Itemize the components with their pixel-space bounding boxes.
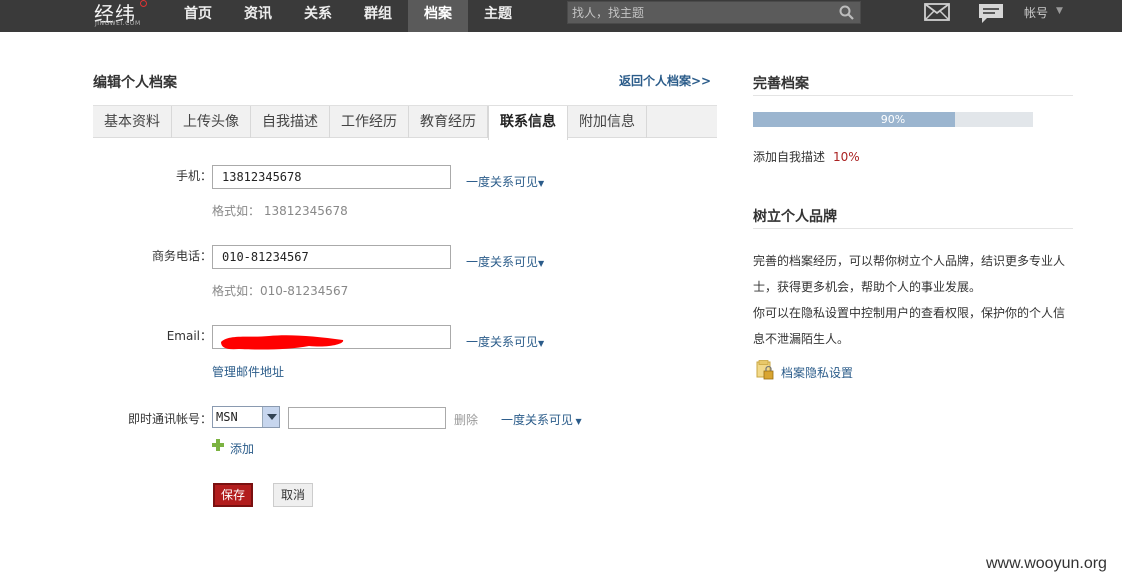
- im-visibility-dropdown[interactable]: 一度关系可见 ▼: [501, 411, 582, 428]
- complete-item-label: 添加自我描述: [753, 150, 826, 164]
- caret-down-icon: ▼: [538, 259, 545, 268]
- im-type-select[interactable]: MSN: [212, 406, 280, 428]
- mail-icon[interactable]: [924, 3, 950, 21]
- tab-basic-info[interactable]: 基本资料: [93, 106, 172, 138]
- mobile-visibility-dropdown[interactable]: 一度关系可见▼: [466, 173, 544, 190]
- tab-contact-info[interactable]: 联系信息: [488, 106, 568, 140]
- profile-progress-bar: 90%: [753, 112, 1033, 127]
- lock-folder-icon: [756, 360, 774, 380]
- tab-additional-info[interactable]: 附加信息: [568, 106, 647, 138]
- im-type-selected: MSN: [216, 410, 238, 424]
- caret-down-icon: ▼: [573, 417, 582, 426]
- site-logo[interactable]: 经纬 JINGWEI.COM: [94, 0, 154, 32]
- page-title: 编辑个人档案: [93, 75, 177, 91]
- business-phone-visibility-label: 一度关系可见: [466, 255, 539, 269]
- personal-brand-heading: 树立个人品牌: [753, 209, 837, 225]
- tab-work-experience[interactable]: 工作经历: [330, 106, 409, 138]
- email-label: Email：: [166, 329, 212, 343]
- caret-down-icon: ▼: [538, 179, 545, 188]
- brand-paragraph-2: 你可以在隐私设置中控制用户的查看权限，保护你的个人信息不泄漏陌生人。: [753, 306, 1066, 346]
- complete-item[interactable]: 添加自我描述 10%: [753, 148, 860, 165]
- search-icon[interactable]: [839, 5, 854, 20]
- main-nav: 首页 资讯 关系 群组 档案 主题: [168, 0, 528, 32]
- business-phone-visibility-dropdown[interactable]: 一度关系可见▼: [466, 253, 544, 270]
- message-icon[interactable]: [978, 3, 1004, 24]
- nav-item-news[interactable]: 资讯: [228, 0, 288, 32]
- im-label: 即时通讯帐号：: [127, 412, 212, 426]
- tab-self-description[interactable]: 自我描述: [251, 106, 330, 138]
- tab-upload-avatar[interactable]: 上传头像: [172, 106, 251, 138]
- business-phone-label: 商务电话：: [151, 249, 212, 263]
- tab-education[interactable]: 教育经历: [409, 106, 488, 138]
- watermark-text: www.wooyun.org: [986, 555, 1107, 572]
- mobile-input[interactable]: 13812345678: [212, 165, 451, 189]
- complete-profile-heading: 完善档案: [753, 76, 809, 92]
- delete-im-link[interactable]: 删除: [454, 411, 478, 428]
- personal-brand-text: 完善的档案经历，可以帮你树立个人品牌，结识更多专业人士，获得更多机会，帮助个人的…: [753, 248, 1073, 352]
- profile-tabs: 基本资料 上传头像 自我描述 工作经历 教育经历 联系信息 附加信息: [93, 105, 717, 140]
- nav-item-relations[interactable]: 关系: [288, 0, 348, 32]
- nav-item-topics[interactable]: 主题: [468, 0, 528, 32]
- brand-paragraph-1: 完善的档案经历，可以帮你树立个人品牌，结识更多专业人士，获得更多机会，帮助个人的…: [753, 254, 1066, 294]
- im-account-input[interactable]: [288, 407, 446, 429]
- save-button[interactable]: 保存: [213, 483, 253, 507]
- business-phone-input[interactable]: 010-81234567: [212, 245, 451, 269]
- privacy-settings-link[interactable]: 档案隐私设置: [781, 364, 853, 381]
- cancel-button[interactable]: 取消: [273, 483, 313, 507]
- complete-item-percent: 10%: [833, 150, 860, 164]
- top-navigation-bar: 经纬 JINGWEI.COM 首页 资讯 关系 群组 档案 主题 帐号 ▼: [0, 0, 1122, 32]
- email-visibility-dropdown[interactable]: 一度关系可见▼: [466, 333, 544, 350]
- logo-dot-icon: [140, 0, 147, 7]
- business-phone-format-hint: 格式如：010-81234567: [212, 284, 349, 298]
- account-menu[interactable]: 帐号: [1024, 4, 1048, 21]
- divider: [753, 228, 1073, 229]
- redaction-scribble: [221, 335, 344, 350]
- im-visibility-label: 一度关系可见: [501, 413, 574, 427]
- nav-item-home[interactable]: 首页: [168, 0, 228, 32]
- divider: [753, 95, 1073, 96]
- mobile-visibility-label: 一度关系可见: [466, 175, 539, 189]
- manage-email-link[interactable]: 管理邮件地址: [212, 363, 284, 380]
- caret-down-icon: ▼: [538, 339, 545, 348]
- chevron-down-icon[interactable]: [262, 407, 279, 427]
- email-visibility-label: 一度关系可见: [466, 335, 539, 349]
- nav-item-profile[interactable]: 档案: [408, 0, 468, 32]
- logo-subtitle: JINGWEI.COM: [95, 20, 141, 27]
- progress-label: 90%: [880, 113, 906, 126]
- add-im-label: 添加: [230, 442, 255, 456]
- plus-icon: [212, 439, 224, 451]
- mobile-format-hint: 格式如： 13812345678: [212, 204, 348, 218]
- nav-item-groups[interactable]: 群组: [348, 0, 408, 32]
- search-input[interactable]: [568, 2, 838, 23]
- mobile-label: 手机：: [175, 169, 212, 183]
- back-to-profile-link[interactable]: 返回个人档案>>: [619, 72, 711, 89]
- chevron-down-icon[interactable]: ▼: [1056, 6, 1063, 16]
- search-box: [567, 1, 861, 24]
